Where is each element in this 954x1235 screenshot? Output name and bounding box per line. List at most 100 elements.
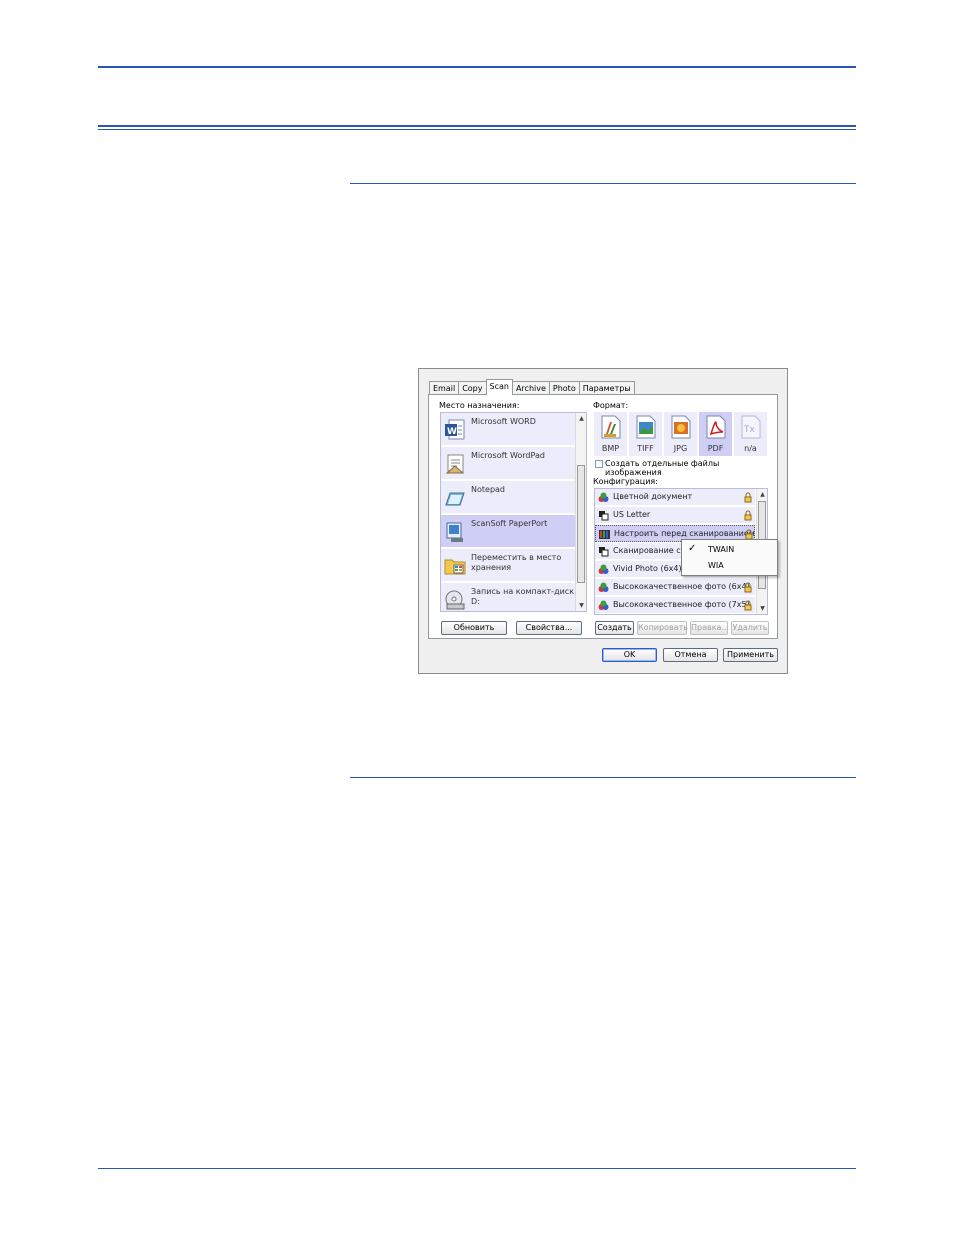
copy-button[interactable]: Копировать bbox=[637, 621, 688, 635]
properties-dialog: Email Copy Scan Archive Photo Параметры … bbox=[418, 368, 788, 674]
format-label-jpg: JPG bbox=[673, 444, 688, 453]
format-tiff[interactable]: TIFF bbox=[629, 412, 662, 456]
cd-icon bbox=[445, 590, 465, 610]
scroll-up-arrow-icon[interactable]: ▲ bbox=[576, 413, 586, 424]
lock-icon bbox=[744, 582, 752, 593]
scan-tab-panel: Место назначения: W Microsoft WORD Micro… bbox=[428, 394, 778, 639]
destination-label: Место назначения: bbox=[439, 401, 520, 410]
section-rule-top bbox=[350, 183, 856, 184]
list-item[interactable]: Notepad bbox=[441, 481, 575, 514]
lock-icon bbox=[744, 510, 752, 521]
format-bmp[interactable]: BMP bbox=[594, 412, 627, 456]
list-item-label: Цветной документ bbox=[613, 492, 693, 501]
check-icon: ✓ bbox=[688, 543, 697, 554]
separate-files-label: Создать отдельные файлы изображения bbox=[605, 459, 720, 477]
menu-item-twain[interactable]: ✓ TWAIN bbox=[682, 542, 777, 558]
color-doc-icon bbox=[598, 492, 609, 502]
destination-scrollbar[interactable]: ▲ ▼ bbox=[575, 413, 586, 611]
list-item-label: Notepad bbox=[471, 485, 505, 494]
list-item[interactable]: Высококачественное фото (7x5) bbox=[595, 597, 755, 614]
format-pdf-selected[interactable]: PDF bbox=[699, 412, 732, 456]
bmp-icon bbox=[601, 415, 621, 439]
tab-photo[interactable]: Photo bbox=[548, 381, 580, 395]
list-item-label: US Letter bbox=[613, 510, 651, 519]
configuration-label: Конфигурация: bbox=[593, 477, 658, 486]
menu-item-label: WIA bbox=[708, 561, 724, 570]
word-icon: W bbox=[445, 419, 465, 440]
create-button[interactable]: Создать bbox=[595, 621, 634, 635]
delete-button[interactable]: Удалить bbox=[731, 621, 769, 635]
list-item[interactable]: Переместить в место хранения bbox=[441, 549, 575, 582]
svg-text:Tx: Tx bbox=[743, 425, 755, 435]
list-item[interactable]: US Letter bbox=[595, 507, 755, 524]
list-item-label: Высококачественное фото (7x5) bbox=[613, 600, 750, 609]
footer-rule bbox=[98, 1168, 856, 1169]
separate-files-checkbox[interactable] bbox=[595, 460, 603, 468]
list-item-label: Microsoft WORD bbox=[471, 417, 536, 426]
scan-driver-popup-menu: ✓ TWAIN WIA bbox=[681, 539, 778, 576]
text-format-icon: Tx bbox=[741, 415, 761, 439]
scroll-thumb[interactable] bbox=[577, 465, 585, 583]
pdf-icon bbox=[706, 415, 726, 439]
lock-icon bbox=[744, 492, 752, 503]
tab-email[interactable]: Email bbox=[429, 381, 460, 395]
bw-doc-icon bbox=[599, 511, 609, 521]
list-item[interactable]: Цветной документ bbox=[595, 489, 755, 506]
header-rule-double-b bbox=[98, 129, 856, 130]
tab-archive[interactable]: Archive bbox=[511, 381, 550, 395]
scroll-down-arrow-icon[interactable]: ▼ bbox=[757, 603, 767, 614]
list-item[interactable]: Microsoft WordPad bbox=[441, 447, 575, 480]
list-item-label: Настроить перед сканированием bbox=[614, 529, 755, 538]
jpg-icon bbox=[671, 415, 691, 439]
color-doc-icon bbox=[598, 600, 609, 610]
lock-icon bbox=[744, 600, 752, 611]
refresh-button[interactable]: Обновить bbox=[441, 621, 507, 635]
list-item-label: Переместить в место хранения bbox=[471, 553, 562, 572]
list-item[interactable]: W Microsoft WORD bbox=[441, 413, 575, 446]
list-item-selected[interactable]: ScanSoft PaperPort bbox=[441, 515, 575, 548]
tab-strip: Email Copy Scan Archive Photo Параметры bbox=[429, 379, 635, 395]
paperport-icon bbox=[446, 522, 463, 542]
svg-text:W: W bbox=[447, 427, 457, 437]
list-item[interactable]: Запись на компакт-диск D: bbox=[441, 583, 575, 611]
format-label-text: n/a bbox=[744, 444, 757, 453]
bw-doc-icon bbox=[599, 547, 609, 557]
list-item-label: ScanSoft PaperPort bbox=[471, 519, 548, 528]
apply-button[interactable]: Применить bbox=[723, 648, 778, 662]
color-doc-icon bbox=[598, 582, 609, 592]
format-label-pdf: PDF bbox=[707, 444, 724, 453]
tab-copy[interactable]: Copy bbox=[458, 381, 487, 395]
list-item-label: Высококачественное фото (6x4) bbox=[613, 582, 750, 591]
cancel-button[interactable]: Отмена bbox=[663, 648, 718, 662]
format-jpg[interactable]: JPG bbox=[664, 412, 697, 456]
folder-icon bbox=[444, 559, 466, 575]
properties-button[interactable]: Свойства... bbox=[516, 621, 582, 635]
menu-item-label: TWAIN bbox=[708, 545, 735, 554]
format-text[interactable]: Tx n/a bbox=[734, 412, 767, 456]
tiff-icon bbox=[636, 415, 656, 439]
format-label-bmp: BMP bbox=[601, 444, 620, 453]
color-doc-icon bbox=[598, 564, 609, 574]
scroll-up-arrow-icon[interactable]: ▲ bbox=[757, 489, 767, 500]
list-item[interactable]: Высококачественное фото (6x4) bbox=[595, 579, 755, 596]
destination-list[interactable]: W Microsoft WORD Microsoft WordPad Notep… bbox=[440, 412, 587, 612]
list-item-label: Vivid Photo (6x4) bbox=[613, 564, 682, 573]
edit-button[interactable]: Правка... bbox=[690, 621, 729, 635]
tab-parameters[interactable]: Параметры bbox=[578, 381, 635, 395]
configure-icon bbox=[599, 530, 610, 539]
wordpad-icon bbox=[445, 454, 465, 474]
header-rule-top bbox=[98, 66, 856, 68]
ok-button[interactable]: OK bbox=[602, 648, 657, 662]
list-item-label: Сканирование сев bbox=[613, 546, 691, 555]
list-item-label: Запись на компакт-диск D: bbox=[471, 587, 575, 606]
section-rule-bottom bbox=[350, 777, 856, 778]
format-selector: BMP TIFF JPG PDF Tx n/a bbox=[594, 412, 767, 456]
list-item-label: Microsoft WordPad bbox=[471, 451, 545, 460]
scroll-down-arrow-icon[interactable]: ▼ bbox=[576, 600, 586, 611]
format-label-tiff: TIFF bbox=[637, 444, 654, 453]
notepad-icon bbox=[445, 492, 465, 506]
tab-scan[interactable]: Scan bbox=[485, 379, 513, 395]
format-label: Формат: bbox=[593, 401, 629, 410]
menu-item-wia[interactable]: WIA bbox=[682, 558, 777, 574]
header-rule-double-a bbox=[98, 125, 856, 127]
